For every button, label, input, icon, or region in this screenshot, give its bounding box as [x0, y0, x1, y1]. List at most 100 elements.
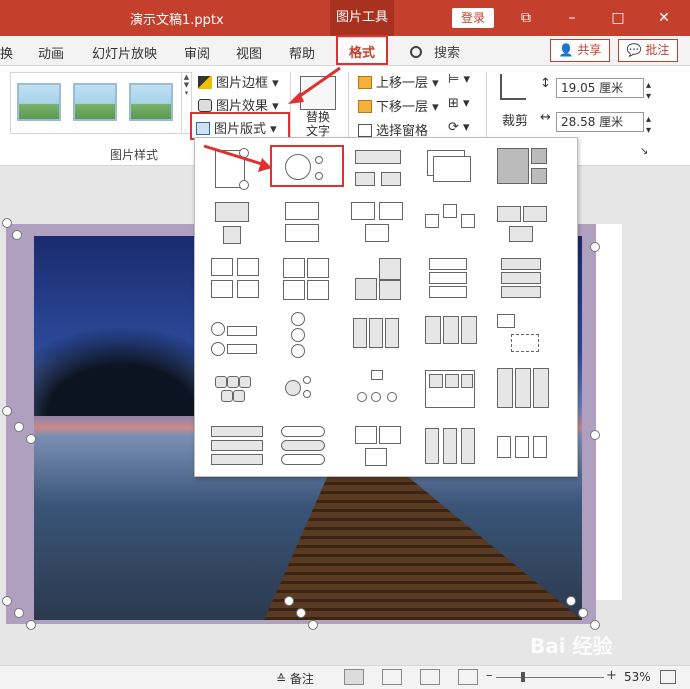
picture-style-thumb[interactable]: [129, 83, 173, 121]
layout-option[interactable]: [423, 366, 481, 414]
layout-option[interactable]: [351, 200, 409, 248]
layout-option[interactable]: [423, 310, 481, 358]
layout-option[interactable]: [209, 200, 267, 248]
layout-option[interactable]: [351, 422, 409, 470]
bring-forward-icon: [358, 76, 372, 89]
resize-handle[interactable]: [296, 608, 306, 618]
status-bar: ≙ 备注 – + 53%: [0, 665, 690, 689]
tab-help[interactable]: 帮助: [289, 43, 315, 62]
layout-option[interactable]: [423, 146, 481, 194]
send-backward-button[interactable]: 下移一层 ▾: [358, 96, 439, 115]
resize-handle[interactable]: [12, 230, 22, 240]
resize-handle[interactable]: [308, 620, 318, 630]
notes-button[interactable]: ≙ 备注: [276, 670, 314, 687]
resize-handle[interactable]: [2, 596, 12, 606]
rotate-button[interactable]: ⟳ ▾: [448, 120, 470, 135]
resize-handle[interactable]: [590, 620, 600, 630]
layout-option[interactable]: [279, 422, 337, 470]
layout-option[interactable]: [495, 310, 553, 358]
tab-slideshow[interactable]: 幻灯片放映: [92, 43, 157, 62]
resize-handle[interactable]: [2, 218, 12, 228]
search-icon: [410, 46, 422, 58]
maximize-button[interactable]: □: [598, 0, 638, 36]
layout-option[interactable]: [495, 256, 553, 304]
comments-button[interactable]: 💬 批注: [618, 39, 678, 62]
height-field[interactable]: 19.05 厘米: [556, 78, 644, 98]
zoom-slider[interactable]: [496, 677, 604, 678]
picture-style-thumb[interactable]: [17, 83, 61, 121]
alt-text-button[interactable]: 替换文字: [304, 110, 332, 138]
pen-icon: [198, 76, 212, 89]
layout-option[interactable]: [351, 256, 409, 304]
layout-option[interactable]: [209, 422, 267, 470]
zoom-slider-knob[interactable]: [521, 672, 525, 682]
resize-handle[interactable]: [566, 596, 576, 606]
zoom-in-button[interactable]: +: [606, 668, 617, 683]
slide-sorter-button[interactable]: [382, 669, 402, 685]
layout-option[interactable]: [495, 200, 553, 248]
resize-handle[interactable]: [14, 422, 24, 432]
layout-option[interactable]: [279, 366, 337, 414]
fit-to-window-icon[interactable]: [660, 670, 676, 684]
width-spinner[interactable]: ▴ ▾: [646, 114, 651, 136]
layout-option[interactable]: [495, 146, 553, 194]
resize-handle[interactable]: [578, 608, 588, 618]
close-button[interactable]: ✕: [644, 0, 684, 36]
reading-view-button[interactable]: [420, 669, 440, 685]
layout-option[interactable]: [423, 422, 481, 470]
resize-handle[interactable]: [590, 242, 600, 252]
resize-handle[interactable]: [26, 434, 36, 444]
layout-option[interactable]: [209, 366, 267, 414]
send-backward-icon: [358, 100, 372, 113]
resize-handle[interactable]: [26, 620, 36, 630]
layout-option[interactable]: [279, 200, 337, 248]
tab-view[interactable]: 视图: [236, 43, 262, 62]
layout-option[interactable]: [351, 310, 409, 358]
layout-option[interactable]: [209, 256, 267, 304]
search-box[interactable]: 搜索: [410, 42, 460, 61]
layout-option[interactable]: [209, 310, 267, 358]
bring-forward-button[interactable]: 上移一层 ▾: [358, 72, 439, 91]
share-button[interactable]: 👤 共享: [550, 39, 610, 62]
picture-layout-gallery: [194, 137, 578, 477]
picture-style-thumb[interactable]: [73, 83, 117, 121]
crop-button[interactable]: 裁剪: [502, 110, 528, 129]
width-field[interactable]: 28.58 厘米: [556, 112, 644, 132]
highlight-picture-layout: [190, 112, 290, 140]
layout-option[interactable]: [279, 310, 337, 358]
layout-option[interactable]: [351, 366, 409, 414]
ribbon-display-options-icon[interactable]: ⧉: [506, 0, 546, 36]
layout-option[interactable]: [423, 200, 481, 248]
normal-view-button[interactable]: [344, 669, 364, 685]
tab-animations[interactable]: 动画: [38, 43, 64, 62]
slideshow-button[interactable]: [458, 669, 478, 685]
resize-handle[interactable]: [2, 406, 12, 416]
width-icon: ↔: [540, 110, 551, 125]
align-button[interactable]: ⊨ ▾: [448, 72, 470, 87]
layout-option[interactable]: [279, 256, 337, 304]
tab-transitions[interactable]: 换: [0, 43, 13, 62]
zoom-out-button[interactable]: –: [486, 668, 493, 683]
crop-icon[interactable]: [500, 74, 526, 100]
highlight-format-tab: [336, 35, 388, 65]
zoom-level[interactable]: 53%: [624, 670, 651, 684]
resize-handle[interactable]: [14, 608, 24, 618]
tab-review[interactable]: 审阅: [184, 43, 210, 62]
layout-option[interactable]: [495, 422, 553, 470]
height-spinner[interactable]: ▴ ▾: [646, 80, 651, 102]
picture-border-button[interactable]: 图片边框 ▾: [198, 72, 279, 91]
resize-handle[interactable]: [590, 430, 600, 440]
layout-option[interactable]: [351, 146, 409, 194]
group-button[interactable]: ⊞ ▾: [448, 96, 470, 111]
minimize-button[interactable]: –: [552, 0, 592, 36]
annotation-arrow: [203, 144, 272, 172]
group-label: 图片样式: [110, 148, 159, 162]
layout-option[interactable]: [495, 366, 553, 414]
effects-icon: [198, 99, 212, 112]
login-button[interactable]: 登录: [452, 8, 494, 28]
search-label: 搜索: [434, 46, 461, 61]
layout-option[interactable]: [423, 256, 481, 304]
size-dialog-launcher[interactable]: ↘: [640, 146, 648, 157]
resize-handle[interactable]: [284, 596, 294, 606]
photo-dock: [264, 476, 582, 620]
